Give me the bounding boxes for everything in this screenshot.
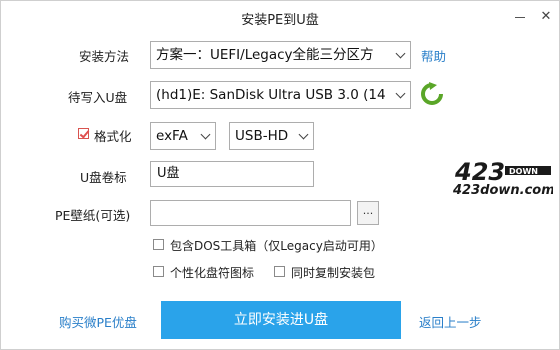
buy-usb-link[interactable]: 购买微PE优盘 xyxy=(59,312,137,331)
title-bar: 安装PE到U盘 ✕ xyxy=(1,1,559,33)
close-icon: ✕ xyxy=(540,8,552,24)
method-label: 安装方法 xyxy=(79,49,130,64)
install-button[interactable]: 立即安装进U盘 xyxy=(161,301,401,339)
browse-button[interactable]: ... xyxy=(357,201,379,225)
chevron-down-icon xyxy=(200,129,211,140)
volume-input[interactable]: U盘 xyxy=(150,161,314,187)
chevron-down-icon xyxy=(395,88,406,99)
volume-label: U盘卷标 xyxy=(80,170,127,185)
custom-icon-checkbox[interactable] xyxy=(153,266,164,277)
help-link[interactable]: 帮助 xyxy=(421,46,446,65)
back-link[interactable]: 返回上一步 xyxy=(419,312,482,331)
window-title: 安装PE到U盘 xyxy=(241,13,319,28)
dos-toolbox-checkbox[interactable] xyxy=(153,239,164,250)
target-usb-value: (hd1)E: SanDisk Ultra USB 3.0 (14 xyxy=(156,87,386,103)
copy-package-checkbox[interactable] xyxy=(274,266,285,277)
method-select-value: 方案一：UEFI/Legacy全能三分区方 xyxy=(156,47,374,63)
logo-number: 423 xyxy=(454,158,505,186)
wallpaper-input[interactable] xyxy=(150,200,351,226)
refresh-icon[interactable] xyxy=(420,82,444,106)
copy-package-label: 同时复制安装包 xyxy=(291,266,376,280)
installer-window: 安装PE到U盘 ✕ 安装方法 方案一：UEFI/Legacy全能三分区方 帮助 … xyxy=(0,0,560,350)
logo-url: 423down.com xyxy=(453,183,553,198)
chevron-down-icon xyxy=(395,48,406,59)
method-select[interactable]: 方案一：UEFI/Legacy全能三分区方 xyxy=(150,41,411,69)
minimize-button[interactable] xyxy=(507,5,533,27)
target-label: 待写入U盘 xyxy=(68,90,128,105)
format-label: 格式化 xyxy=(94,129,132,144)
logo-small-text: DOWN xyxy=(509,167,538,176)
wallpaper-label: PE壁纸(可选) xyxy=(55,208,131,223)
filesystem-select[interactable]: exFA xyxy=(150,122,216,150)
minimize-icon xyxy=(515,16,525,18)
dos-toolbox-label: 包含DOS工具箱（仅Legacy启动可用） xyxy=(170,239,383,253)
close-button[interactable]: ✕ xyxy=(533,5,559,27)
target-usb-select[interactable]: (hd1)E: SanDisk Ultra USB 3.0 (14 xyxy=(150,81,411,109)
site-logo: 423 DOWN 423down.com xyxy=(453,158,553,198)
boot-mode-value: USB-HD xyxy=(235,128,289,144)
filesystem-value: exFA xyxy=(156,128,188,144)
custom-icon-label: 个性化盘符图标 xyxy=(170,266,255,280)
chevron-down-icon xyxy=(298,129,309,140)
boot-mode-select[interactable]: USB-HD xyxy=(229,122,314,150)
format-checkbox[interactable] xyxy=(78,128,89,139)
